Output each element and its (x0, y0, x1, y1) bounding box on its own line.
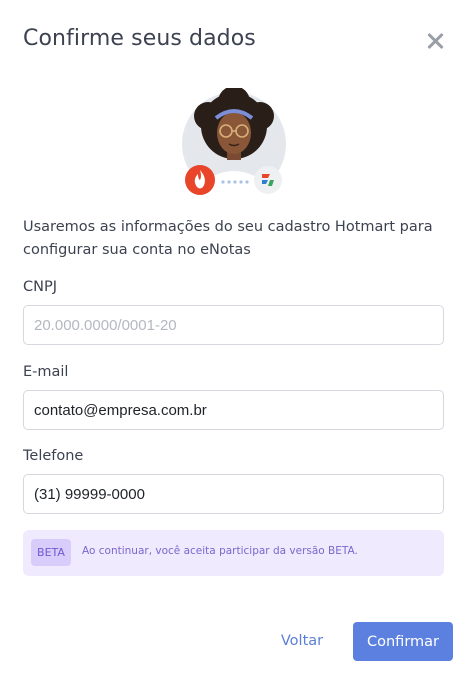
cnpj-label: CNPJ (23, 279, 57, 295)
phone-input[interactable] (23, 474, 444, 514)
phone-label: Telefone (23, 448, 84, 464)
confirm-button[interactable]: Confirmar (353, 622, 453, 661)
close-icon[interactable] (424, 30, 446, 52)
intro-text: Usaremos as informações do seu cadastro … (23, 219, 433, 258)
modal-title: Confirme seus dados (23, 26, 256, 51)
beta-badge: BETA (31, 539, 71, 566)
beta-notice: BETA Ao continuar, você aceita participa… (23, 530, 444, 576)
beta-notice-text: Ao continuar, você aceita participar da … (82, 545, 358, 557)
confirm-data-modal: Confirme seus dados Usaremos as informaç… (0, 0, 465, 678)
email-label: E-mail (23, 364, 69, 380)
cnpj-input[interactable] (23, 305, 444, 345)
email-input[interactable] (23, 390, 444, 430)
back-button[interactable]: Voltar (270, 622, 334, 660)
user-avatar-illustration (182, 88, 286, 198)
